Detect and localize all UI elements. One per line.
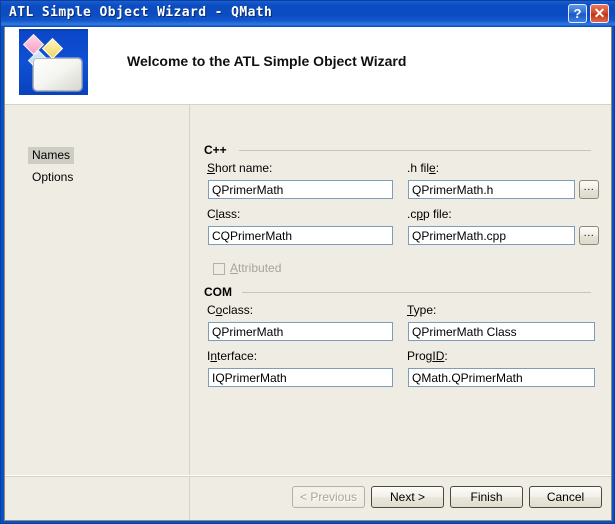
wizard-page-names: C++ Short name: .h file: ... Class: .cpp… (191, 105, 611, 520)
dialog-client-area: Welcome to the ATL Simple Object Wizard … (4, 27, 612, 521)
banner-title: Welcome to the ATL Simple Object Wizard (127, 53, 407, 69)
close-icon[interactable]: ✕ (590, 4, 609, 23)
coclass-input[interactable] (208, 322, 393, 341)
document-sheet-icon (33, 58, 82, 91)
group-rule-cpp (239, 150, 591, 151)
browse-h-file-button[interactable]: ... (579, 180, 599, 199)
type-input[interactable] (408, 322, 595, 341)
attributed-checkbox-label: Attributed (230, 261, 282, 275)
help-icon[interactable]: ? (568, 4, 587, 23)
label-interface: Interface: (207, 349, 258, 363)
sidebar-item-names[interactable]: Names (28, 147, 75, 164)
wizard-window: ATL Simple Object Wizard - QMath ? ✕ Wel… (0, 0, 615, 524)
footer-separator (5, 475, 611, 477)
wizard-banner-icon (19, 29, 88, 95)
interface-input[interactable] (208, 368, 393, 387)
wizard-banner: Welcome to the ATL Simple Object Wizard (5, 27, 611, 105)
group-label-cpp: C++ (204, 143, 231, 157)
previous-button[interactable]: < Previous (292, 486, 365, 508)
label-progid: ProgID: (407, 349, 448, 363)
attributed-checkbox (213, 263, 225, 275)
cancel-button[interactable]: Cancel (529, 486, 602, 508)
label-coclass: Coclass: (207, 303, 254, 317)
finish-button[interactable]: Finish (450, 486, 523, 508)
sidebar-item-options[interactable]: Options (28, 169, 77, 186)
cpp-file-input[interactable] (408, 226, 575, 245)
class-input[interactable] (208, 226, 393, 245)
label-type: Type: (407, 303, 437, 317)
label-cpp-file: .cpp file: (407, 207, 452, 221)
wizard-sidebar: Names Options (5, 105, 190, 520)
short-name-input[interactable] (208, 180, 393, 199)
label-short-name: Short name: (207, 161, 273, 175)
h-file-input[interactable] (408, 180, 575, 199)
next-button[interactable]: Next > (371, 486, 444, 508)
group-label-com: COM (204, 285, 236, 299)
window-title: ATL Simple Object Wizard - QMath (9, 5, 273, 20)
group-rule-com (242, 292, 591, 293)
label-h-file: .h file: (407, 161, 440, 175)
title-bar[interactable]: ATL Simple Object Wizard - QMath ? ✕ (1, 1, 615, 26)
browse-cpp-file-button[interactable]: ... (579, 226, 599, 245)
label-class: Class: (207, 207, 241, 221)
progid-input[interactable] (408, 368, 595, 387)
